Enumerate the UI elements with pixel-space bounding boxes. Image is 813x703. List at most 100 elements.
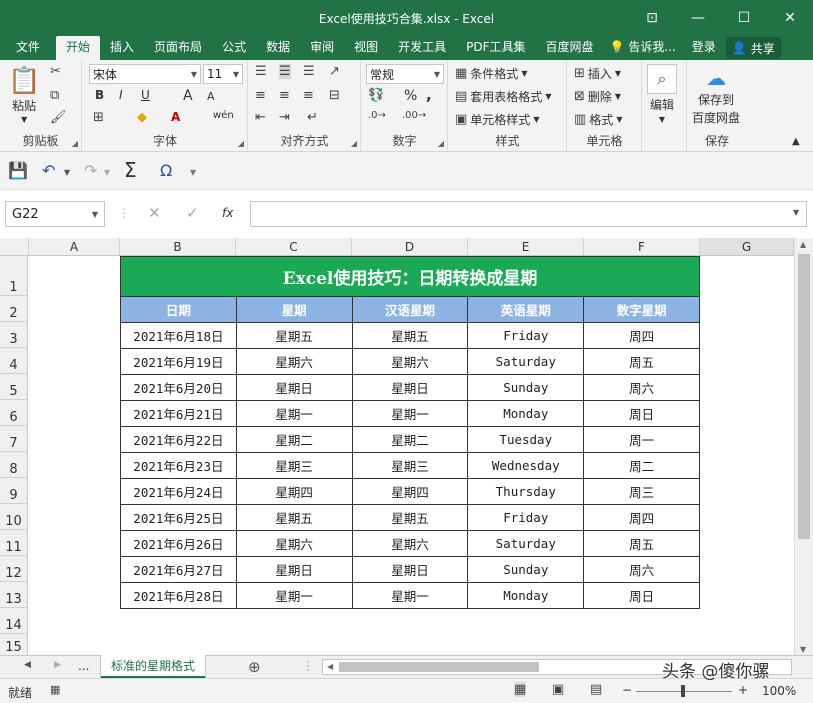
page-break-view-icon[interactable]: ▤	[590, 682, 602, 697]
table-cell[interactable]: Thursday	[467, 478, 585, 505]
accounting-format-icon[interactable]: 💱	[368, 88, 384, 103]
tab-baidu-netdisk[interactable]: 百度网盘	[536, 36, 604, 60]
decrease-decimal-icon[interactable]: .00→	[402, 110, 426, 121]
align-bottom-icon[interactable]: ☰	[303, 64, 315, 79]
add-sheet-icon[interactable]: ⊕	[248, 658, 261, 676]
percent-button[interactable]: %	[404, 88, 417, 104]
tab-insert[interactable]: 插入	[100, 36, 144, 60]
page-layout-view-icon[interactable]: ▣	[552, 682, 564, 697]
column-header-f[interactable]: F	[584, 238, 700, 256]
select-all-corner[interactable]	[0, 238, 29, 256]
wrap-text-icon[interactable]: ↵	[307, 110, 318, 125]
header-cell[interactable]: 汉语星期	[351, 296, 469, 323]
row-header-13[interactable]: 13	[0, 582, 28, 608]
table-cell[interactable]: 2021年6月20日	[120, 374, 237, 401]
table-cell[interactable]: 2021年6月27日	[120, 556, 237, 583]
minimize-button[interactable]: —	[675, 0, 721, 36]
tab-pdf-tools[interactable]: PDF工具集	[456, 36, 535, 60]
formula-input[interactable]	[250, 201, 807, 227]
table-cell[interactable]: 周五	[583, 530, 700, 557]
column-header-a[interactable]: A	[29, 238, 120, 256]
ribbon-display-options-icon[interactable]: ⊡	[629, 0, 675, 36]
table-cell[interactable]: 2021年6月19日	[120, 348, 237, 375]
zoom-out-icon[interactable]: −	[622, 683, 632, 697]
collapse-ribbon-icon[interactable]: ▲	[792, 136, 800, 147]
insert-function-button[interactable]: fx	[222, 206, 233, 220]
table-cell[interactable]: 周六	[583, 374, 700, 401]
font-size-select[interactable]: 11 ▼	[203, 64, 243, 84]
table-cell[interactable]: 2021年6月26日	[120, 530, 237, 557]
table-cell[interactable]: 星期一	[351, 582, 469, 609]
column-header-c[interactable]: C	[236, 238, 352, 256]
launcher-icon[interactable]: ◢	[72, 139, 78, 148]
format-cells-button[interactable]: ▥ 格式 ▼	[574, 111, 622, 128]
table-cell[interactable]: Wednesday	[467, 452, 585, 479]
copy-icon[interactable]: ⧉	[50, 88, 59, 103]
font-name-select[interactable]: 宋体 ▼	[89, 64, 201, 84]
scroll-thumb[interactable]	[339, 662, 539, 672]
table-cell[interactable]: 周四	[583, 322, 700, 349]
tab-formulas[interactable]: 公式	[212, 36, 256, 60]
italic-button[interactable]: I	[119, 88, 123, 102]
zoom-slider-thumb[interactable]	[681, 685, 685, 697]
decrease-font-button[interactable]: A	[207, 90, 215, 103]
table-cell[interactable]: 星期四	[351, 478, 469, 505]
number-format-select[interactable]: 常规 ▼	[366, 64, 444, 84]
header-cell[interactable]: 星期	[235, 296, 353, 323]
column-header-e[interactable]: E	[468, 238, 584, 256]
table-cell[interactable]: 星期五	[235, 504, 353, 531]
row-header-11[interactable]: 11	[0, 530, 28, 556]
format-painter-icon[interactable]: 🖌	[50, 110, 67, 125]
enter-icon[interactable]: ✓	[186, 204, 199, 222]
row-header-3[interactable]: 3	[0, 322, 28, 348]
launcher-icon[interactable]: ◢	[438, 139, 444, 148]
close-button[interactable]: ✕	[767, 0, 813, 36]
launcher-icon[interactable]: ◢	[238, 139, 244, 148]
table-cell[interactable]: 星期五	[351, 322, 469, 349]
table-cell[interactable]: Saturday	[467, 348, 585, 375]
table-cell[interactable]: 2021年6月23日	[120, 452, 237, 479]
table-cell[interactable]: 星期二	[235, 426, 353, 453]
table-cell[interactable]: 星期日	[351, 374, 469, 401]
name-box[interactable]: G22 ▼	[5, 201, 105, 227]
table-cell[interactable]: Monday	[467, 400, 585, 427]
fill-color-icon[interactable]: ◆	[137, 110, 147, 125]
table-cell[interactable]: 星期三	[351, 452, 469, 479]
underline-button[interactable]: U	[141, 88, 150, 102]
table-cell[interactable]: 星期五	[351, 504, 469, 531]
vertical-scrollbar[interactable]: ▲ ▼	[794, 238, 813, 656]
table-cell[interactable]: 周四	[583, 504, 700, 531]
autosum-icon[interactable]: Σ	[124, 158, 137, 182]
share-button[interactable]: 👤 共享	[725, 37, 781, 59]
row-header-4[interactable]: 4	[0, 348, 28, 374]
table-cell[interactable]: 星期六	[235, 348, 353, 375]
table-cell[interactable]: 星期二	[351, 426, 469, 453]
row-header-14[interactable]: 14	[0, 608, 28, 634]
table-cell[interactable]: 星期一	[235, 582, 353, 609]
sheet-tab-active[interactable]: 标准的星期格式	[101, 655, 206, 678]
table-cell[interactable]: 2021年6月18日	[120, 322, 237, 349]
table-cell[interactable]: 2021年6月21日	[120, 400, 237, 427]
table-cell[interactable]: 星期六	[351, 530, 469, 557]
zoom-level[interactable]: 100%	[762, 684, 796, 698]
tab-file[interactable]: 文件	[0, 36, 56, 60]
delete-cells-button[interactable]: ⊠ 删除 ▼	[574, 88, 621, 105]
bold-button[interactable]: B	[95, 88, 104, 102]
font-color-button[interactable]: A	[171, 110, 180, 124]
table-cell[interactable]: Sunday	[467, 556, 585, 583]
increase-font-button[interactable]: A	[183, 88, 193, 104]
table-cell[interactable]: 2021年6月25日	[120, 504, 237, 531]
align-middle-icon[interactable]: ☰	[279, 64, 291, 79]
header-cell[interactable]: 英语星期	[467, 296, 585, 323]
table-cell[interactable]: Tuesday	[467, 426, 585, 453]
launcher-icon[interactable]: ◢	[351, 139, 357, 148]
paste-button[interactable]: 📋 粘贴 ▼	[8, 66, 40, 124]
row-header-8[interactable]: 8	[0, 452, 28, 478]
row-header-1[interactable]: 1	[0, 256, 28, 296]
tab-review[interactable]: 审阅	[300, 36, 344, 60]
login-link[interactable]: 登录	[682, 36, 726, 60]
tab-home[interactable]: 开始	[56, 36, 101, 60]
table-cell[interactable]: 周二	[583, 452, 700, 479]
redo-icon[interactable]: ↷	[84, 161, 97, 180]
insert-cells-button[interactable]: ⊞ 插入 ▼	[574, 65, 621, 82]
